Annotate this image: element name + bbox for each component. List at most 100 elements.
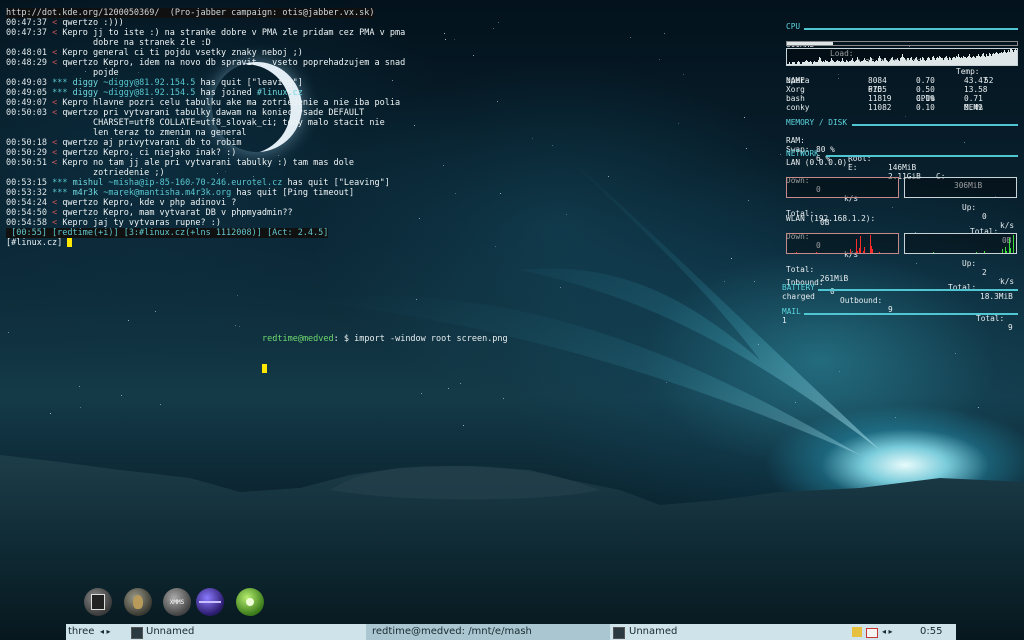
star (443, 165, 444, 166)
cpu-graph (786, 48, 1018, 66)
window-icon-2 (613, 627, 625, 639)
tray-arrows-icon[interactable]: ◂ ▸ (882, 624, 893, 640)
star (455, 193, 456, 194)
irc-event-reason: Ping timeout (287, 188, 349, 198)
lan-down-graph (786, 177, 899, 198)
folder-tray-icon[interactable] (852, 627, 862, 637)
proc-name: bash (786, 94, 805, 103)
star (500, 193, 501, 194)
mail-tray-icon[interactable] (866, 628, 878, 638)
cpu-usage-fill (787, 42, 833, 45)
star (664, 33, 665, 34)
irc-message-line: pojde (6, 68, 396, 78)
mail-header: MAIL (782, 307, 1018, 316)
irc-nick: qwertzo (62, 208, 99, 218)
star (448, 388, 449, 389)
star (683, 74, 684, 75)
proc-cpu: 0.10 (916, 94, 935, 103)
irc-timestamp: 00:54:50 (6, 208, 47, 218)
irc-event-marker: *** (52, 188, 68, 198)
irc-event-host: ~marek@mantisha.m4r3k.org (103, 188, 232, 198)
star (978, 407, 979, 408)
wlan-total-row: Total: 261MiB Total: 18.3MiB (786, 256, 1018, 301)
connections-row: Inbound: 0 Outbound: 9 Total: 9 (786, 269, 1018, 332)
memory-title: MEMORY / DISK (786, 118, 848, 127)
network-header: NETWORK (786, 149, 1018, 158)
irc-message-continuation: pojde (93, 68, 119, 78)
proc-pid: 6765 (868, 85, 887, 94)
irc-input-cursor[interactable] (67, 238, 73, 247)
task-unnamed-2[interactable]: Unnamed (629, 624, 677, 640)
irc-message-text: :))) (103, 18, 124, 28)
terminal-dock-icon[interactable] (84, 588, 112, 616)
battery-status: charged (782, 292, 815, 301)
irc-message-line: 00:50:29 < qwertzo Kepro, ci niejako ina… (6, 148, 237, 158)
star (566, 214, 567, 215)
star (160, 404, 161, 405)
star (445, 39, 446, 40)
irc-nick: qwertzo (62, 18, 99, 28)
lan-total-row: Total: 0B Total: 0B (786, 200, 1018, 245)
terminal-cursor[interactable] (262, 364, 267, 373)
wlan-up-graph (904, 233, 1017, 254)
star (498, 22, 499, 23)
proc-cpu: 0.10 (916, 103, 935, 112)
mail-header-rule (804, 313, 1018, 315)
irc-message-line: 00:48:29 < qwertzo Kepro, idem na novo d… (6, 58, 406, 68)
irc-message-line: 00:49:07 < Kepro hlavne pozri celu tabul… (6, 98, 401, 108)
irc-timestamp: 00:48:01 (6, 48, 47, 58)
memory-header: MEMORY / DISK (786, 118, 1018, 127)
wlan-up-bar (1005, 250, 1007, 253)
irc-message-line: len teraz to zmenim na general (6, 128, 396, 138)
process-row: bash 11819 0.10 0.71 (786, 94, 1018, 103)
irc-timestamp: 00:50:03 (6, 108, 47, 118)
irc-nick: qwertzo (62, 108, 99, 118)
star (552, 145, 553, 146)
desktop-name[interactable]: three (68, 624, 94, 640)
wlan-up-bar (975, 251, 977, 253)
star (473, 55, 474, 56)
irc-client-window[interactable]: http://dot.kde.org/1200050369/ (Pro-jabb… (6, 8, 406, 248)
clock: 0:55 (920, 626, 943, 637)
irc-event-marker: *** (52, 88, 68, 98)
star (795, 402, 796, 403)
task-unnamed-1[interactable]: Unnamed (146, 624, 194, 640)
process-row: conky 11082 0.10 0.42 (786, 103, 1018, 112)
xmms-dock-icon[interactable]: XMMS (163, 588, 191, 616)
irc-channel-prompt: [#linux.cz] (6, 238, 68, 248)
irc-timestamp: 00:53:15 (6, 178, 47, 188)
irc-message-text: Kepro, ci niejako inak? :) (103, 148, 237, 158)
irc-input-line[interactable]: [#linux.cz] (6, 238, 396, 248)
irc-message-line: 00:47:37 < qwertzo :))) (6, 18, 124, 28)
star (463, 425, 464, 426)
gimp-dock-icon[interactable] (124, 588, 152, 616)
irc-event-action: has quit (200, 78, 242, 88)
terminal-window[interactable]: redtime@medved: $ import -window root sc… (262, 314, 508, 384)
irc-message-line: 00:47:37 < Kepro jj to iste :) na strank… (6, 28, 406, 38)
irc-message-line: 00:50:03 < qwertzo pri vytvarani tabulky… (6, 108, 365, 118)
star (235, 325, 236, 326)
wlan-down-bar (856, 250, 858, 253)
conky-system-monitor: CPU 600MHz Load: 0.26 0.38 0.27 Temp: 52… (782, 22, 1018, 332)
irc-message-line: 00:49:05 *** diggy ~diggy@81.92.154.5 ha… (6, 88, 396, 98)
desktop-switch-arrows-icon[interactable]: ◂ ▸ (100, 624, 111, 640)
cpu-graph-area (786, 46, 1018, 66)
irc-event-nick: diggy (72, 78, 99, 88)
wlan-down-bar (816, 251, 818, 253)
irc-timestamp: 00:47:37 (6, 18, 47, 28)
irc-timestamp: 00:49:03 (6, 78, 47, 88)
battery-header: BATTERY (782, 283, 1018, 292)
irc-message-text: no tam jj ale pri vytvarani tabulky :) t… (93, 158, 355, 168)
terminal-glyph-icon (91, 594, 105, 610)
irc-message-line: 00:53:15 *** mishul ~misha@ip-85-160-70-… (6, 178, 390, 188)
task-terminal[interactable]: redtime@medved: /mnt/e/mash (366, 624, 610, 640)
proc-name: conky (786, 103, 810, 112)
network-title: NETWORK (786, 149, 819, 158)
green-orb-dock-icon[interactable] (236, 588, 264, 616)
globe-dock-icon[interactable] (196, 588, 224, 616)
irc-message-text: general ci ti pojdu vsetky znaky neboj ;… (93, 48, 303, 58)
wlan-down-bar (849, 249, 851, 253)
star (659, 59, 660, 60)
proc-mem: 43.47 (964, 76, 988, 85)
wlan-down-bar (859, 236, 861, 253)
